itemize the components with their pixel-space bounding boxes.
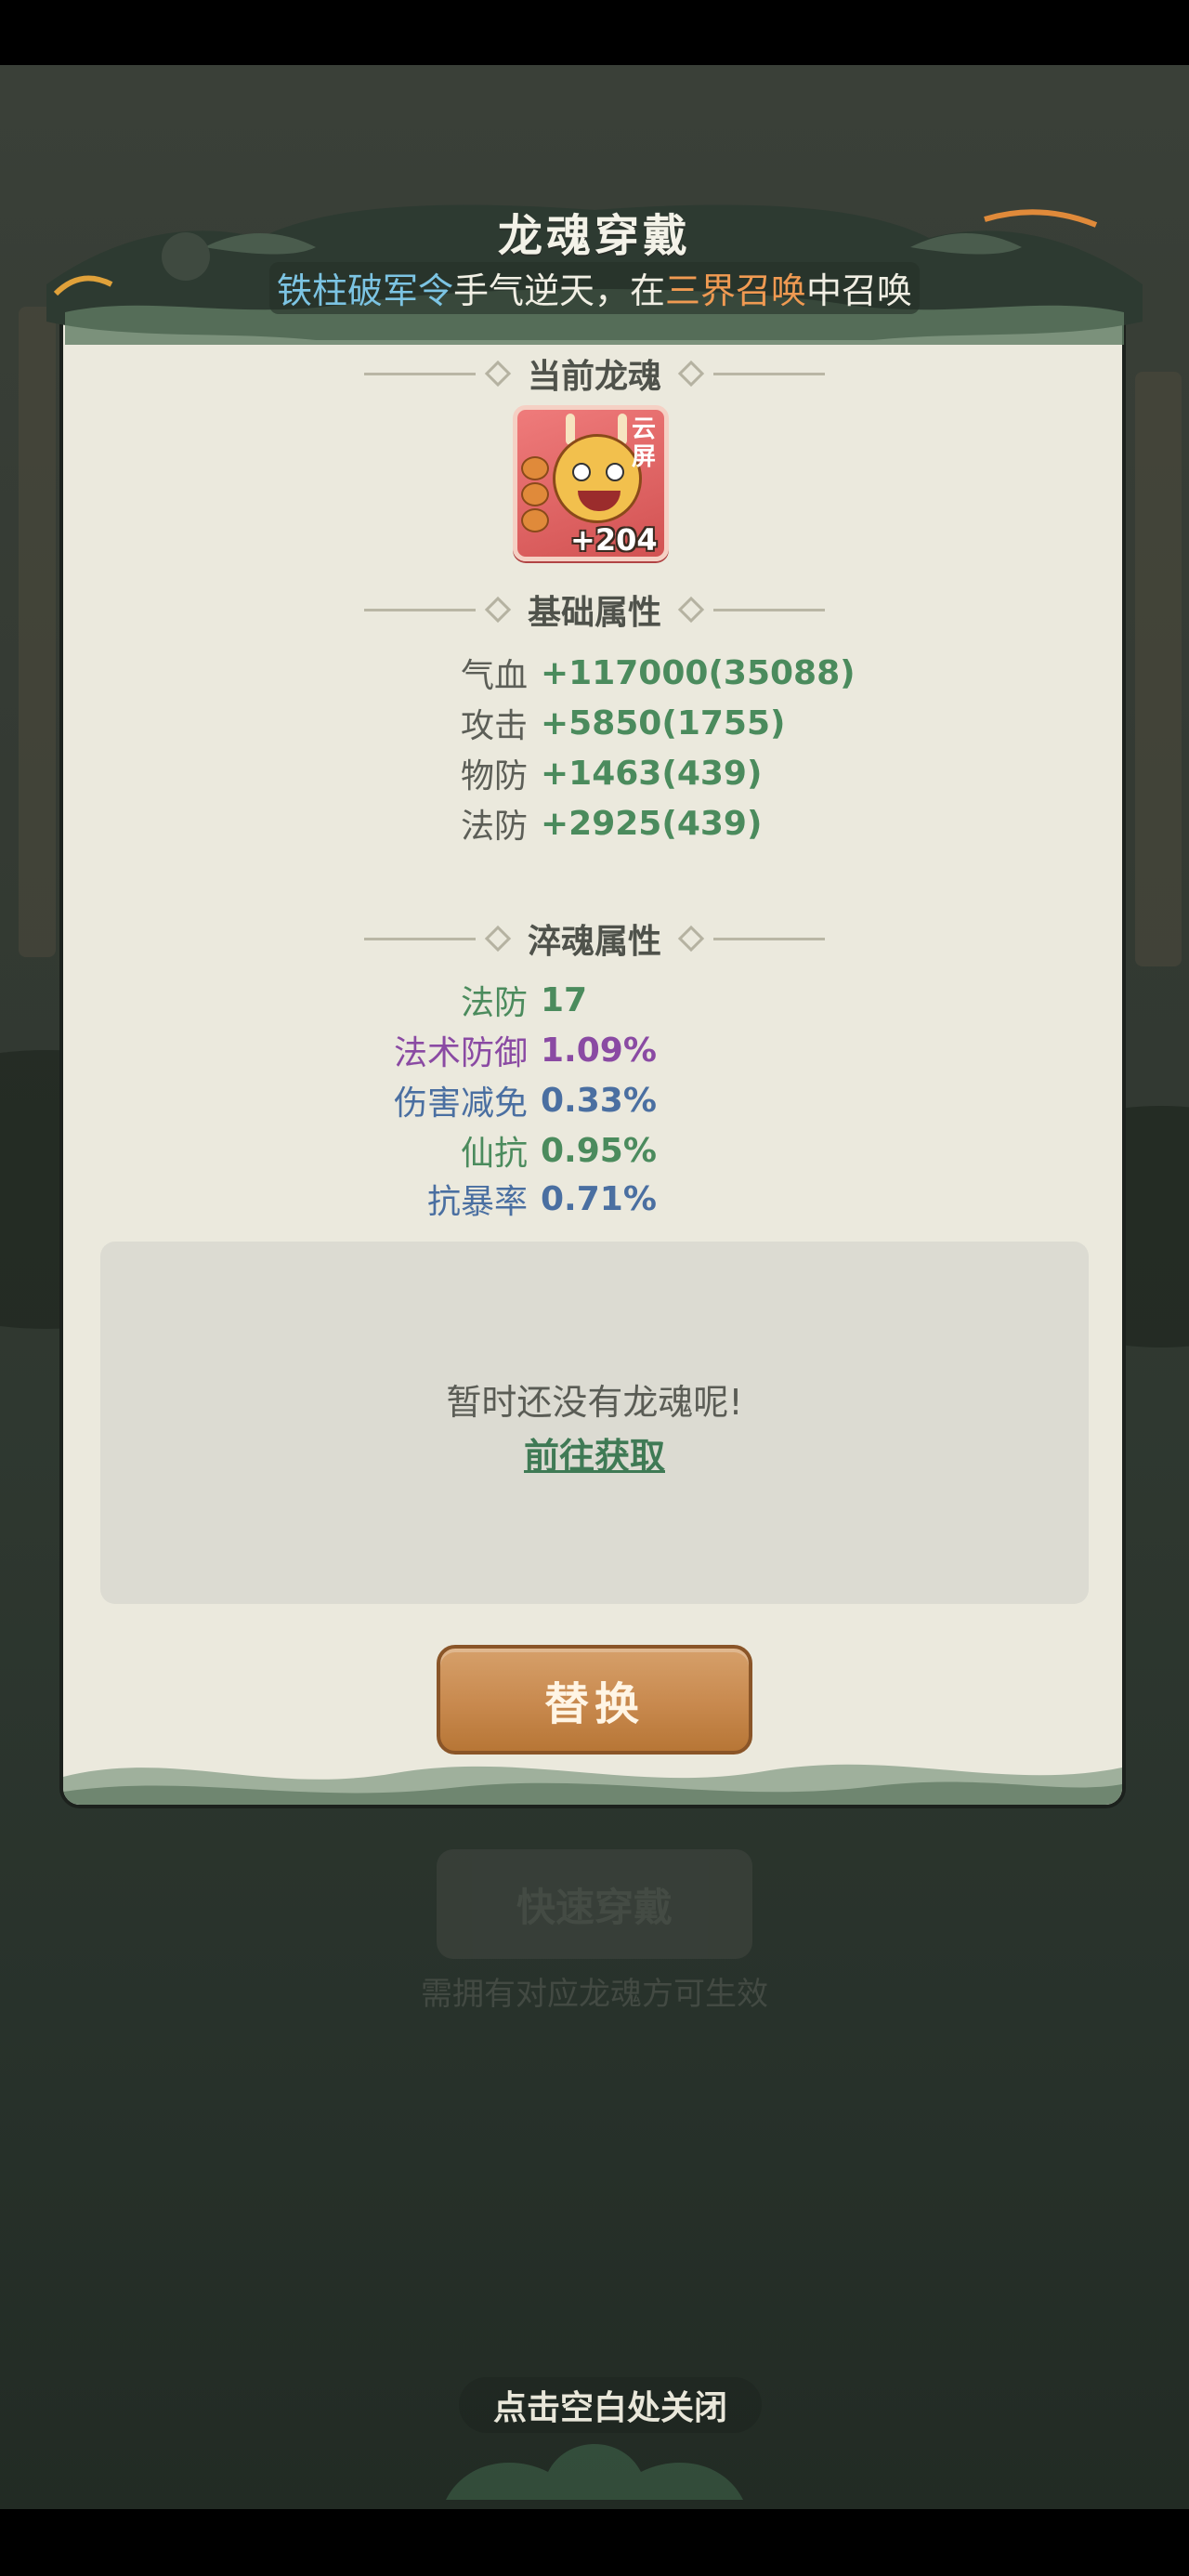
base-stat-row: 物防 +1463(439) xyxy=(0,749,1189,797)
stat-label: 法防 xyxy=(460,808,528,846)
subtitle-source: 三界召唤 xyxy=(665,270,807,311)
section-current-header: 当前龙魂 xyxy=(0,351,1189,396)
status-bar xyxy=(0,0,1189,65)
navigation-bar xyxy=(0,2509,1189,2576)
stat-label: 仙抗 xyxy=(460,1135,528,1173)
diamond-icon xyxy=(677,925,705,953)
subtitle-text: 手气逆天，在 xyxy=(452,270,665,311)
stat-value: 1.09% xyxy=(541,1031,657,1070)
stat-value: 0.71% xyxy=(541,1179,657,1218)
section-temper-header: 淬魂属性 xyxy=(0,916,1189,961)
stat-label: 物防 xyxy=(460,757,528,795)
section-label: 基础属性 xyxy=(527,594,661,632)
base-stat-row: 攻击 +5850(1755) xyxy=(0,699,1189,747)
panel-title: 龙魂穿戴 xyxy=(497,210,691,262)
diamond-icon xyxy=(484,925,512,953)
section-base-header: 基础属性 xyxy=(0,587,1189,632)
section-label: 淬魂属性 xyxy=(527,923,661,961)
stat-value: +1463(439) xyxy=(541,754,763,793)
diamond-icon xyxy=(677,596,705,624)
divider xyxy=(713,372,825,375)
temper-stat-row: 抗暴率 0.71% xyxy=(0,1175,1189,1223)
stat-value: 0.95% xyxy=(541,1131,657,1170)
subtitle-text: 中召唤 xyxy=(806,270,913,311)
diamond-icon xyxy=(484,360,512,388)
base-stat-row: 气血 +117000(35088) xyxy=(0,649,1189,697)
divider xyxy=(713,608,825,611)
temper-stat-row: 法防 17 xyxy=(0,976,1189,1024)
stat-label: 法术防御 xyxy=(393,1034,528,1072)
header-subtitle: 铁柱破军令手气逆天，在三界召唤中召唤 xyxy=(0,262,1189,313)
diamond-icon xyxy=(484,596,512,624)
stat-value: 0.33% xyxy=(541,1081,657,1120)
section-label: 当前龙魂 xyxy=(527,358,661,396)
temper-stat-row: 伤害减免 0.33% xyxy=(0,1076,1189,1124)
diamond-icon xyxy=(677,360,705,388)
quick-wear-button: 快速穿戴 xyxy=(437,1849,752,1959)
skewer-icon xyxy=(521,456,553,540)
divider xyxy=(363,608,476,611)
stat-value: +5850(1755) xyxy=(541,703,786,743)
avatar-tag: 云屏 xyxy=(631,415,656,471)
close-hint[interactable]: 点击空白处关闭 xyxy=(459,2377,762,2433)
stat-value: +2925(439) xyxy=(541,804,763,843)
stat-label: 攻击 xyxy=(460,707,528,745)
stat-label: 抗暴率 xyxy=(426,1183,528,1221)
eye-icon xyxy=(572,463,591,481)
background-decoration xyxy=(19,307,56,957)
divider xyxy=(713,937,825,940)
eye-icon xyxy=(606,463,624,481)
subtitle-item-name: 铁柱破军令 xyxy=(276,270,453,311)
avatar-level: +204 xyxy=(570,522,658,558)
temper-stat-row: 法术防御 1.09% xyxy=(0,1026,1189,1074)
stat-label: 伤害减免 xyxy=(393,1084,528,1123)
stat-value: +117000(35088) xyxy=(541,653,856,692)
divider xyxy=(363,937,476,940)
quick-wear-hint: 需拥有对应龙魂方可生效 xyxy=(421,1976,768,2013)
mouth-icon xyxy=(578,491,621,511)
stat-label: 气血 xyxy=(460,657,528,695)
base-stat-row: 法防 +2925(439) xyxy=(0,799,1189,848)
empty-state-message: 暂时还没有龙魂呢! xyxy=(446,1382,743,1423)
stat-label: 法防 xyxy=(460,984,528,1022)
stat-value: 17 xyxy=(541,980,588,1019)
divider xyxy=(363,372,476,375)
temper-stat-row: 仙抗 0.95% xyxy=(0,1126,1189,1175)
replace-button[interactable]: 替换 xyxy=(437,1645,752,1755)
go-obtain-link[interactable]: 前往获取 xyxy=(502,1427,687,1479)
